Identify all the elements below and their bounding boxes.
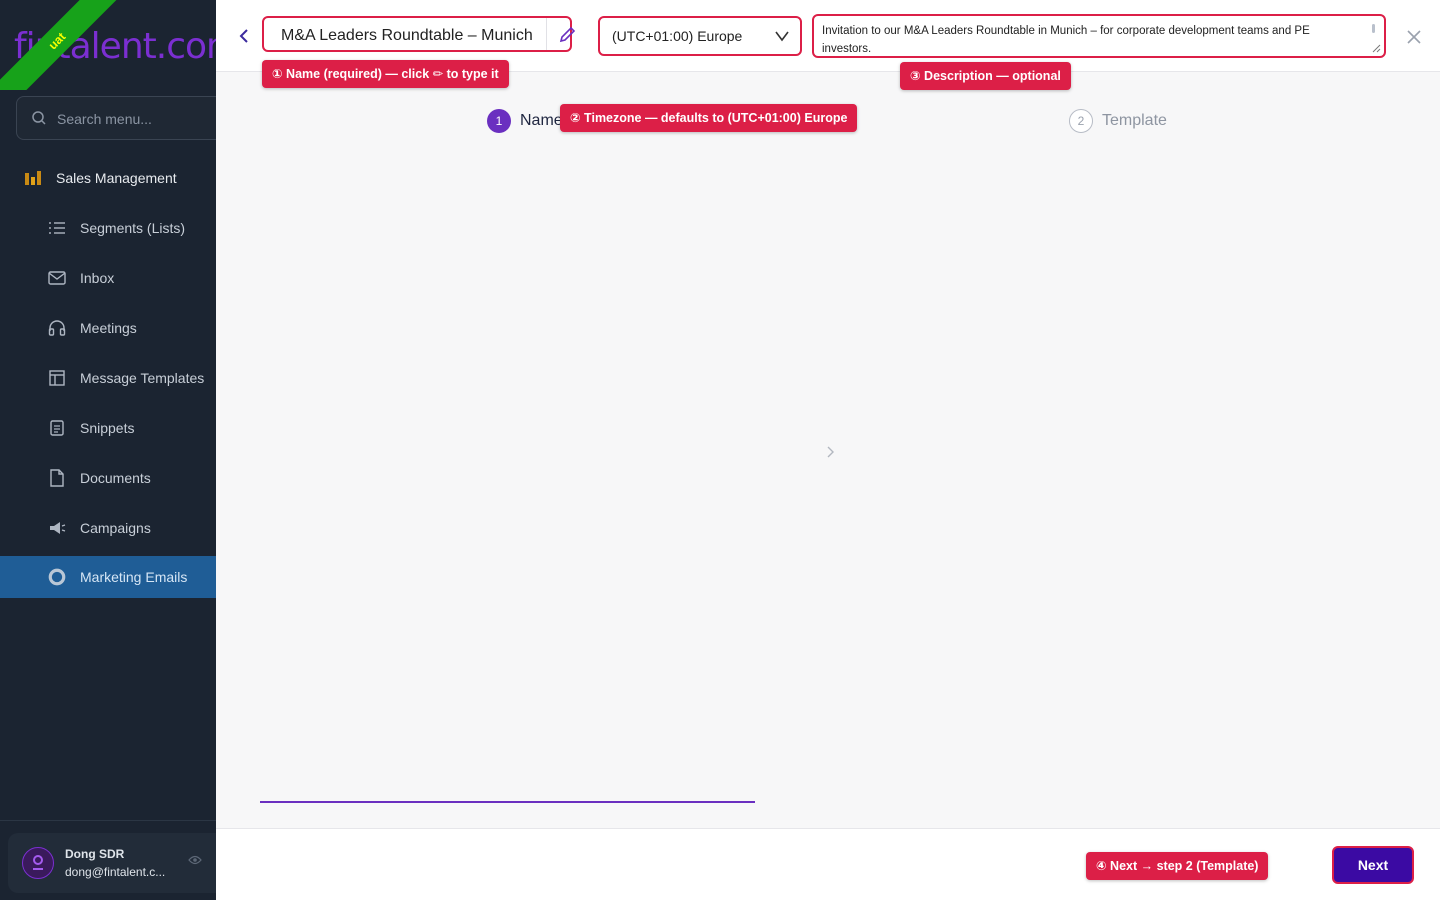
user-profile[interactable]: Dong SDR dong@fintalent.c...: [0, 820, 216, 900]
textarea-scrollbar[interactable]: [1372, 24, 1375, 33]
annotation-name: ① Name (required) — click ✏ to type it: [262, 60, 509, 88]
step-number: 2: [1069, 109, 1093, 133]
chevron-right-icon: [827, 446, 834, 458]
sidebar-item-label: Segments (Lists): [80, 220, 186, 236]
annotation-next: ④ Next → step 2 (Template): [1086, 852, 1269, 880]
search-placeholder: Search menu...: [57, 111, 152, 127]
search-menu-input[interactable]: Search menu...: [16, 96, 216, 140]
step-label: Template: [1102, 112, 1167, 129]
description-textarea[interactable]: Invitation to our M&A Leaders Roundtable…: [812, 14, 1386, 58]
annotation-timezone: ② Timezone — defaults to (UTC+01:00) Eur…: [560, 104, 858, 132]
step-label: Name: [520, 112, 563, 129]
sidebar-item-marketing-emails[interactable]: Marketing Emails: [0, 556, 216, 598]
timezone-value: (UTC+01:00) Europe: [612, 28, 743, 44]
sidebar-item-label: Meetings: [80, 320, 137, 336]
sidebar-item-label: Message Templates: [80, 370, 205, 386]
step-template[interactable]: 2 Template: [1069, 109, 1167, 133]
eye-icon[interactable]: [188, 855, 202, 865]
description-value: Invitation to our M&A Leaders Roundtable…: [822, 25, 1310, 55]
template-icon: [48, 369, 66, 387]
sidebar-item-message-templates[interactable]: Message Templates: [0, 357, 216, 399]
user-name: Dong SDR: [65, 847, 125, 861]
sidebar-item-snippets[interactable]: Snippets: [0, 407, 216, 449]
sidebar-item-label: Campaigns: [80, 520, 151, 536]
search-icon: [32, 111, 46, 125]
logo[interactable]: fintalent.com uat: [0, 0, 216, 90]
circle-icon: [48, 568, 66, 586]
megaphone-icon: [48, 519, 66, 537]
sidebar-item-label: Snippets: [80, 420, 135, 436]
step-number: 1: [487, 109, 511, 133]
list-icon: [48, 219, 66, 237]
sidebar-item-campaigns[interactable]: Campaigns: [0, 507, 216, 549]
sidebar-item-label: Documents: [80, 470, 151, 486]
email-name-input[interactable]: M&A Leaders Roundtable – Munich: [262, 16, 572, 52]
document-icon: [48, 469, 66, 487]
sidebar: fintalent.com uat Search menu... Sales M…: [0, 0, 216, 900]
sidebar-item-meetings[interactable]: Meetings: [0, 307, 216, 349]
next-button[interactable]: Next: [1332, 846, 1414, 884]
sidebar-item-inbox[interactable]: Inbox: [0, 257, 216, 299]
resize-grip-icon[interactable]: [1371, 43, 1381, 53]
close-icon[interactable]: [1406, 29, 1422, 45]
sidebar-item-documents[interactable]: Documents: [0, 457, 216, 499]
section-title: Sales Management: [56, 170, 177, 186]
sidebar-item-segments[interactable]: Segments (Lists): [0, 207, 216, 249]
snippet-icon: [48, 419, 66, 437]
chevron-down-icon: [775, 31, 789, 42]
sidebar-section-sales-management[interactable]: Sales Management: [24, 166, 177, 190]
step-progress-bar: [260, 801, 755, 803]
step-name[interactable]: 1 Name: [487, 109, 563, 133]
inbox-icon: [48, 269, 66, 287]
user-card[interactable]: Dong SDR dong@fintalent.c...: [8, 833, 216, 893]
user-email: dong@fintalent.c...: [65, 865, 166, 879]
input-divider: [546, 18, 547, 50]
sidebar-item-label: Marketing Emails: [80, 569, 188, 585]
email-name-value: M&A Leaders Roundtable – Munich: [281, 27, 533, 44]
headphones-icon: [48, 319, 66, 337]
avatar: [22, 847, 54, 879]
timezone-select[interactable]: (UTC+01:00) Europe: [598, 16, 802, 56]
bar-chart-icon: [25, 171, 41, 185]
sidebar-item-label: Inbox: [80, 270, 115, 286]
pencil-edit-icon[interactable]: [558, 26, 576, 44]
annotation-description: ③ Description — optional: [900, 62, 1071, 90]
back-arrow-icon[interactable]: [236, 28, 252, 44]
